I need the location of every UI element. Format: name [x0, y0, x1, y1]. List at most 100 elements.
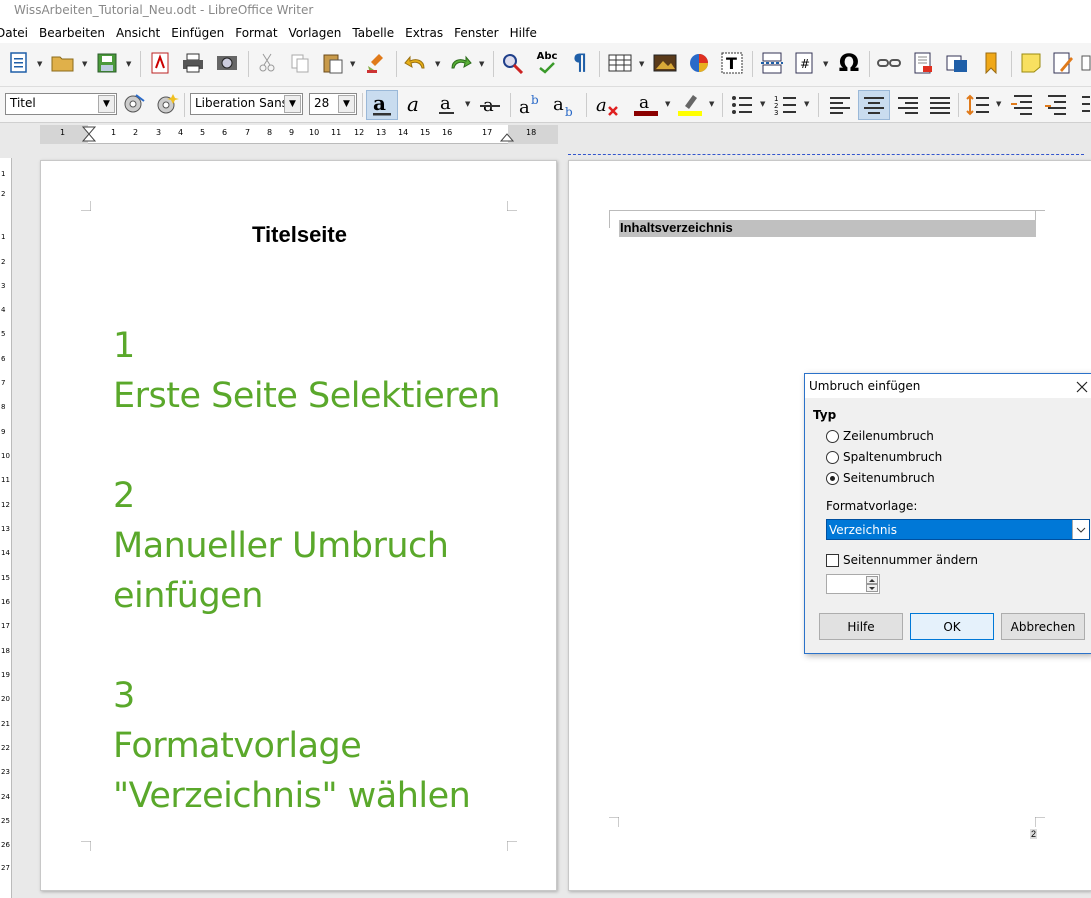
close-icon[interactable] — [1076, 381, 1088, 393]
copy-icon[interactable] — [288, 51, 312, 75]
chevron-down-icon[interactable]: ▼ — [350, 60, 355, 68]
page-title[interactable]: Titelseite — [41, 222, 558, 248]
chevron-down-icon[interactable]: ▼ — [479, 60, 484, 68]
chevron-down-icon[interactable]: ▼ — [760, 100, 765, 108]
increase-paragraph-spacing-icon[interactable] — [1008, 91, 1036, 119]
chevron-down-icon[interactable]: ▼ — [37, 60, 42, 68]
redo-icon[interactable] — [447, 51, 473, 75]
chevron-down-icon[interactable]: ▼ — [82, 60, 87, 68]
insert-table-icon[interactable] — [607, 51, 633, 75]
chevron-down-icon[interactable]: ▼ — [804, 100, 809, 108]
track-changes-icon[interactable] — [1050, 51, 1076, 75]
new-style-icon[interactable] — [154, 92, 180, 116]
font-size-select[interactable]: 28 ▼ — [309, 93, 357, 115]
font-name-select[interactable]: Liberation Sans ▼ — [190, 93, 303, 115]
chevron-down-icon[interactable]: ▼ — [996, 100, 1001, 108]
menu-tabelle[interactable]: Tabelle — [352, 26, 394, 40]
numbered-list-icon[interactable]: 123 — [772, 91, 800, 119]
change-page-number-label[interactable]: Seitennummer ändern — [843, 553, 978, 567]
superscript-icon[interactable]: ab — [517, 91, 545, 119]
indent-icon[interactable] — [1080, 91, 1091, 119]
menu-fenster[interactable]: Fenster — [454, 26, 499, 40]
chevron-down-icon[interactable]: ▼ — [709, 100, 714, 108]
formatting-marks-icon[interactable]: ¶ — [568, 51, 592, 76]
bullet-list-icon[interactable] — [728, 91, 756, 119]
insert-image-icon[interactable] — [652, 51, 678, 75]
chevron-down-icon[interactable]: ▼ — [126, 60, 131, 68]
stepper-down-icon[interactable] — [866, 584, 878, 592]
bookmark-icon[interactable] — [944, 51, 970, 75]
hyperlink-icon[interactable] — [876, 51, 902, 75]
cross-reference-icon[interactable] — [978, 51, 1004, 75]
cut-icon[interactable] — [255, 51, 279, 75]
comment-icon[interactable] — [1018, 51, 1044, 75]
style-select[interactable]: Verzeichnis — [826, 519, 1090, 540]
page-number-stepper[interactable] — [826, 574, 880, 594]
right-indent-marker-icon[interactable] — [500, 126, 514, 142]
stepper-up-icon[interactable] — [866, 576, 878, 584]
new-document-icon[interactable] — [8, 51, 30, 75]
chevron-down-icon[interactable] — [1072, 520, 1089, 539]
chevron-down-icon[interactable]: ▼ — [665, 100, 670, 108]
insert-page-break-icon[interactable] — [759, 51, 785, 75]
insert-field-icon[interactable]: # — [792, 51, 818, 75]
change-page-number-checkbox[interactable] — [826, 554, 839, 567]
column-break-radio[interactable] — [826, 451, 839, 464]
menu-format[interactable]: Format — [235, 26, 277, 40]
help-button[interactable]: Hilfe — [819, 613, 903, 640]
print-icon[interactable] — [180, 51, 206, 75]
page-break-radio[interactable] — [826, 472, 839, 485]
chevron-down-icon[interactable]: ▼ — [338, 95, 355, 113]
column-break-label[interactable]: Spaltenumbruch — [843, 450, 942, 464]
chevron-down-icon[interactable]: ▼ — [284, 95, 301, 113]
cancel-button[interactable]: Abbrechen — [1001, 613, 1085, 640]
open-folder-icon[interactable] — [50, 51, 76, 75]
menu-einfuegen[interactable]: Einfügen — [171, 26, 224, 40]
italic-icon[interactable]: a — [402, 91, 428, 119]
page-1[interactable]: Titelseite 1 Erste Seite Selektieren 2 M… — [40, 160, 557, 891]
find-replace-icon[interactable] — [500, 51, 526, 75]
bold-icon[interactable]: a — [366, 90, 398, 120]
chevron-down-icon[interactable]: ▼ — [465, 100, 470, 108]
justify-icon[interactable] — [926, 91, 954, 119]
save-icon[interactable] — [95, 51, 119, 75]
chevron-down-icon[interactable]: ▼ — [98, 95, 115, 113]
export-pdf-icon[interactable] — [148, 51, 172, 75]
insert-chart-icon[interactable] — [686, 51, 712, 75]
toc-heading[interactable]: Inhaltsverzeichnis — [619, 220, 1036, 237]
clone-formatting-icon[interactable] — [364, 51, 390, 75]
print-preview-icon[interactable] — [214, 51, 240, 75]
footnote-icon[interactable] — [910, 51, 936, 75]
insert-textbox-icon[interactable]: T — [719, 51, 745, 75]
menu-extras[interactable]: Extras — [405, 26, 443, 40]
undo-icon[interactable] — [403, 51, 429, 75]
toolbar-overflow-icon[interactable] — [1080, 51, 1091, 75]
paste-icon[interactable] — [320, 51, 346, 75]
menu-vorlagen[interactable]: Vorlagen — [289, 26, 342, 40]
strikethrough-icon[interactable]: a — [477, 91, 503, 119]
underline-icon[interactable]: a — [434, 91, 460, 119]
decrease-paragraph-spacing-icon[interactable] — [1042, 91, 1070, 119]
chevron-down-icon[interactable]: ▼ — [435, 60, 440, 68]
spellcheck-icon[interactable]: Abc — [533, 49, 561, 77]
indent-marker-icon[interactable] — [82, 126, 96, 142]
align-left-icon[interactable] — [826, 91, 854, 119]
chevron-down-icon[interactable]: ▼ — [639, 60, 644, 68]
menu-hilfe[interactable]: Hilfe — [510, 26, 537, 40]
menu-bearbeiten[interactable]: Bearbeiten — [39, 26, 105, 40]
update-style-icon[interactable] — [121, 92, 147, 116]
paragraph-style-select[interactable]: Titel ▼ — [5, 93, 117, 115]
align-right-icon[interactable] — [894, 91, 922, 119]
page-break-label[interactable]: Seitenumbruch — [843, 471, 935, 485]
line-spacing-icon[interactable] — [964, 91, 992, 119]
clear-formatting-icon[interactable]: a — [593, 91, 621, 119]
menu-ansicht[interactable]: Ansicht — [116, 26, 160, 40]
line-break-radio[interactable] — [826, 430, 839, 443]
font-color-icon[interactable]: a — [632, 91, 660, 119]
special-character-icon[interactable]: Ω — [836, 49, 862, 77]
highlighting-color-icon[interactable] — [676, 91, 704, 119]
line-break-label[interactable]: Zeilenumbruch — [843, 429, 934, 443]
subscript-icon[interactable]: ab — [551, 91, 579, 119]
align-center-icon[interactable] — [858, 90, 890, 120]
chevron-down-icon[interactable]: ▼ — [823, 60, 828, 68]
